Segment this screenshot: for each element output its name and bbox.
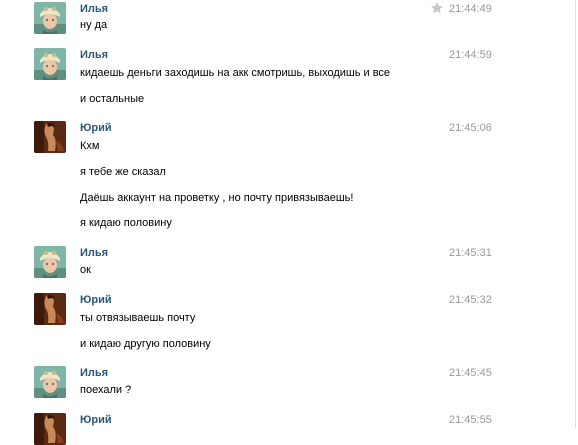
author-name[interactable]: Илья bbox=[80, 246, 108, 260]
avatar-ilya[interactable] bbox=[34, 246, 66, 278]
message-text: Даёшь аккаунт на проветку , но почту при… bbox=[80, 192, 354, 204]
message-text: я кидаю половину bbox=[80, 217, 172, 229]
avatar-ilya[interactable] bbox=[34, 2, 66, 34]
avatar-yuriy[interactable] bbox=[34, 293, 66, 325]
message-text: ты отвязываешь почту bbox=[80, 312, 196, 324]
chat-history: Илья 21:44:49 ну да Илья 21:44:59 кидаеш… bbox=[0, 0, 578, 445]
message-time: 21:45:32 bbox=[449, 294, 492, 306]
message-time: 21:45:55 bbox=[449, 414, 492, 426]
author-name[interactable]: Илья bbox=[80, 48, 108, 62]
author-name[interactable]: Юрий bbox=[80, 413, 112, 427]
message-time: 21:45:06 bbox=[449, 122, 492, 134]
avatar-ilya[interactable] bbox=[34, 366, 66, 398]
message-text: кидаешь деньги заходишь на акк смотришь,… bbox=[80, 67, 391, 79]
message-text: поехали ? bbox=[80, 384, 132, 396]
avatar-ilya[interactable] bbox=[34, 48, 66, 80]
message-text: Кхм bbox=[80, 140, 100, 152]
message-time: 21:45:45 bbox=[449, 367, 492, 379]
message-time: 21:44:59 bbox=[449, 49, 492, 61]
message-time: 21:44:49 bbox=[449, 3, 492, 15]
message-text: и кидаю другую половину bbox=[80, 338, 211, 350]
avatar-yuriy[interactable] bbox=[34, 413, 66, 445]
message-text: ну да bbox=[80, 19, 108, 31]
author-name[interactable]: Юрий bbox=[80, 293, 112, 307]
message-time: 21:45:31 bbox=[449, 247, 492, 259]
author-name[interactable]: Илья bbox=[80, 2, 108, 16]
scroll-border bbox=[575, 0, 576, 428]
message-text: я тебе же сказал bbox=[80, 166, 166, 178]
message-text: ок bbox=[80, 264, 91, 276]
author-name[interactable]: Илья bbox=[80, 366, 108, 380]
avatar-yuriy[interactable] bbox=[34, 121, 66, 153]
message-text: и остальные bbox=[80, 93, 145, 105]
author-name[interactable]: Юрий bbox=[80, 121, 112, 135]
star-icon[interactable] bbox=[430, 1, 444, 15]
